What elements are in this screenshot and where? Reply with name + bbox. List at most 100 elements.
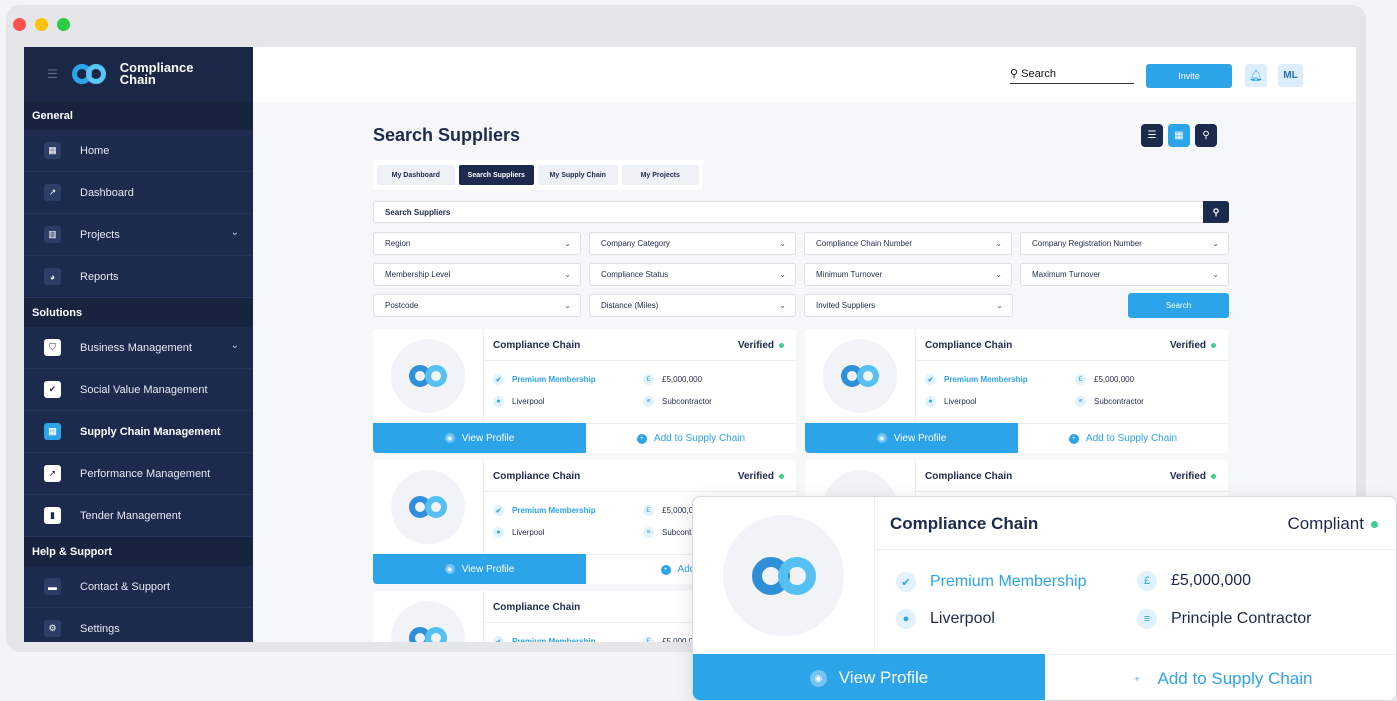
sidebar-item-contact[interactable]: ▬ Contact & Support xyxy=(24,566,253,608)
list-view-icon[interactable]: ☰ xyxy=(1141,124,1163,147)
sidebar-item-reports[interactable]: ◕ Reports xyxy=(24,256,253,298)
filter-maximum-turnover[interactable]: Maximum Turnover ⌄ xyxy=(1020,263,1229,286)
add-label: Add to Supply Chain xyxy=(1085,433,1178,444)
chevron-down-icon: ⌄ xyxy=(779,270,786,279)
filter-compliance-chain-number[interactable]: Compliance Chain Number ⌄ xyxy=(804,232,1012,255)
shield-icon: ⛉ xyxy=(44,339,61,356)
tab-bar: My Dashboard Search Suppliers My Supply … xyxy=(373,160,703,190)
filter-minimum-turnover[interactable]: Minimum Turnover ⌄ xyxy=(804,263,1012,286)
chevron-down-icon: ⌄ xyxy=(1212,239,1219,248)
status-text: Verified xyxy=(1169,471,1206,482)
sidebar-item-dashboard[interactable]: ↗ Dashboard xyxy=(24,172,253,214)
sidebar-item-business-management[interactable]: ⛉ Business Management ⌄ xyxy=(24,327,253,369)
view-profile-label: View Profile xyxy=(838,668,929,687)
filter-distance[interactable]: Distance (Miles) ⌄ xyxy=(589,294,796,317)
avatar[interactable]: ML xyxy=(1278,64,1303,87)
turnover-text: £5,000,0 xyxy=(662,506,694,515)
view-profile-button[interactable]: ◉ View Profile xyxy=(373,554,586,584)
sidebar-item-tender[interactable]: ▮ Tender Management xyxy=(24,495,253,537)
membership-text: Premium Membership xyxy=(512,375,596,384)
badge-icon: ✔ xyxy=(493,505,504,516)
add-label: Add to Supply Chain xyxy=(653,433,746,444)
sidebar-item-projects[interactable]: ▥ Projects ⌄ xyxy=(24,214,253,256)
view-toggle: ☰ ▦ ⚲ xyxy=(1141,124,1217,147)
chevron-down-icon: ⌄ xyxy=(779,239,786,248)
sidebar-item-label: Business Management xyxy=(80,341,192,354)
logo-icon xyxy=(71,64,106,84)
contractor-info: ≡ Principle Contractor xyxy=(1137,609,1312,629)
sidebar-item-performance[interactable]: ➚ Performance Management xyxy=(24,453,253,495)
filter-company-category[interactable]: Company Category ⌄ xyxy=(589,232,796,255)
plus-icon: + xyxy=(1128,670,1146,687)
chevron-down-icon: ⌄ xyxy=(995,239,1002,248)
membership-info: ✔ Premium Membership xyxy=(493,505,596,516)
sidebar-item-label: Settings xyxy=(80,622,120,635)
view-profile-button[interactable]: ◉ View Profile xyxy=(693,654,1045,700)
filter-postcode[interactable]: Postcode ⌄ xyxy=(373,294,581,317)
close-dot[interactable] xyxy=(13,18,26,31)
chevron-down-icon: ⌄ xyxy=(564,239,571,248)
chain-logo-icon xyxy=(841,365,879,387)
filter-label: Compliance Status xyxy=(601,270,669,279)
chevron-down-icon[interactable]: ⌄ xyxy=(231,340,239,351)
search-button[interactable]: Search xyxy=(1128,293,1229,318)
company-logo xyxy=(391,470,465,544)
chevron-down-icon: ⌄ xyxy=(996,301,1003,310)
turnover-text: £5,000,0 xyxy=(662,637,694,642)
filter-region[interactable]: Region ⌄ xyxy=(373,232,581,255)
zoomed-supplier-card: Compliance Chain Compliant ✔ Premium Memb… xyxy=(692,496,1397,701)
add-to-supply-chain-button[interactable]: + Add to Supply Chain xyxy=(586,423,796,453)
add-to-supply-chain-button[interactable]: + Add to Supply Chain xyxy=(1045,654,1396,700)
eye-icon: ◉ xyxy=(809,669,827,687)
chat-icon: ▬ xyxy=(44,578,61,595)
contractor-info: ≡ Subcont xyxy=(643,527,691,538)
section-general: General xyxy=(24,101,253,130)
status-dot xyxy=(1211,473,1216,479)
filter-label: Maximum Turnover xyxy=(1032,270,1101,279)
turnover-info: £ £5,000,0 xyxy=(643,505,693,516)
sidebar-item-settings[interactable]: ⚙ Settings xyxy=(24,608,253,642)
filter-membership-level[interactable]: Membership Level ⌄ xyxy=(373,263,581,286)
maximize-dot[interactable] xyxy=(57,18,70,31)
map-view-icon[interactable]: ⚲ xyxy=(1195,124,1217,147)
chevron-down-icon[interactable]: ⌄ xyxy=(231,227,239,238)
tab-my-supply-chain[interactable]: My Supply Chain xyxy=(538,165,618,185)
pound-icon: £ xyxy=(643,636,654,642)
sidebar-item-supply-chain[interactable]: ▤ Supply Chain Management xyxy=(24,411,253,453)
badge-icon: ✔ xyxy=(493,374,504,385)
tab-my-dashboard[interactable]: My Dashboard xyxy=(377,165,455,185)
filter-company-registration-number[interactable]: Company Registration Number ⌄ xyxy=(1020,232,1229,255)
view-profile-label: View Profile xyxy=(461,563,515,575)
view-profile-button[interactable]: ◉ View Profile xyxy=(805,423,1018,453)
location-text: Liverpool xyxy=(944,397,977,406)
view-profile-button[interactable]: ◉ View Profile xyxy=(373,423,586,453)
location-info: ● Liverpool xyxy=(925,396,976,407)
membership-text: Premium Membership xyxy=(512,637,596,642)
menu-icon[interactable]: ☰ xyxy=(47,67,58,81)
contractor-text: Subcontractor xyxy=(1094,397,1144,406)
add-to-supply-chain-button[interactable]: + Add to Supply Chain xyxy=(1018,423,1228,453)
filter-invited-suppliers[interactable]: Invited Suppliers ⌄ xyxy=(804,294,1013,317)
tab-search-suppliers[interactable]: Search Suppliers xyxy=(458,165,535,185)
grid-view-icon[interactable]: ▦ xyxy=(1168,124,1190,147)
chain-logo-icon xyxy=(409,496,447,518)
brand-name: Compliance Chain xyxy=(120,61,194,86)
invite-button[interactable]: Invite xyxy=(1146,64,1232,88)
bell-icon[interactable]: 🔔︎ xyxy=(1245,64,1267,87)
company-logo xyxy=(823,339,897,413)
membership-info: ✔ Premium Membership xyxy=(493,636,596,642)
supplier-search-input[interactable]: Search Suppliers ⚲ xyxy=(373,201,1229,223)
search-icon[interactable]: ⚲ xyxy=(1203,201,1229,223)
contractor-text: Subcontractor xyxy=(662,397,712,406)
sidebar: ☰ Compliance Chain General ▦ Home ↗ Dash… xyxy=(24,47,253,642)
turnover-info: £ £5,000,0 xyxy=(643,636,693,642)
tab-my-projects[interactable]: My Projects xyxy=(621,165,699,185)
minimize-dot[interactable] xyxy=(35,18,48,31)
filter-label: Minimum Turnover xyxy=(816,270,883,279)
sidebar-item-social-value[interactable]: ✔ Social Value Management xyxy=(24,369,253,411)
section-help: Help & Support xyxy=(24,537,253,566)
sidebar-item-label: Supply Chain Management xyxy=(80,425,221,438)
sidebar-item-home[interactable]: ▦ Home xyxy=(24,130,253,172)
top-search[interactable]: ⚲ Search xyxy=(1010,67,1134,84)
filter-compliance-status[interactable]: Compliance Status ⌄ xyxy=(589,263,796,286)
